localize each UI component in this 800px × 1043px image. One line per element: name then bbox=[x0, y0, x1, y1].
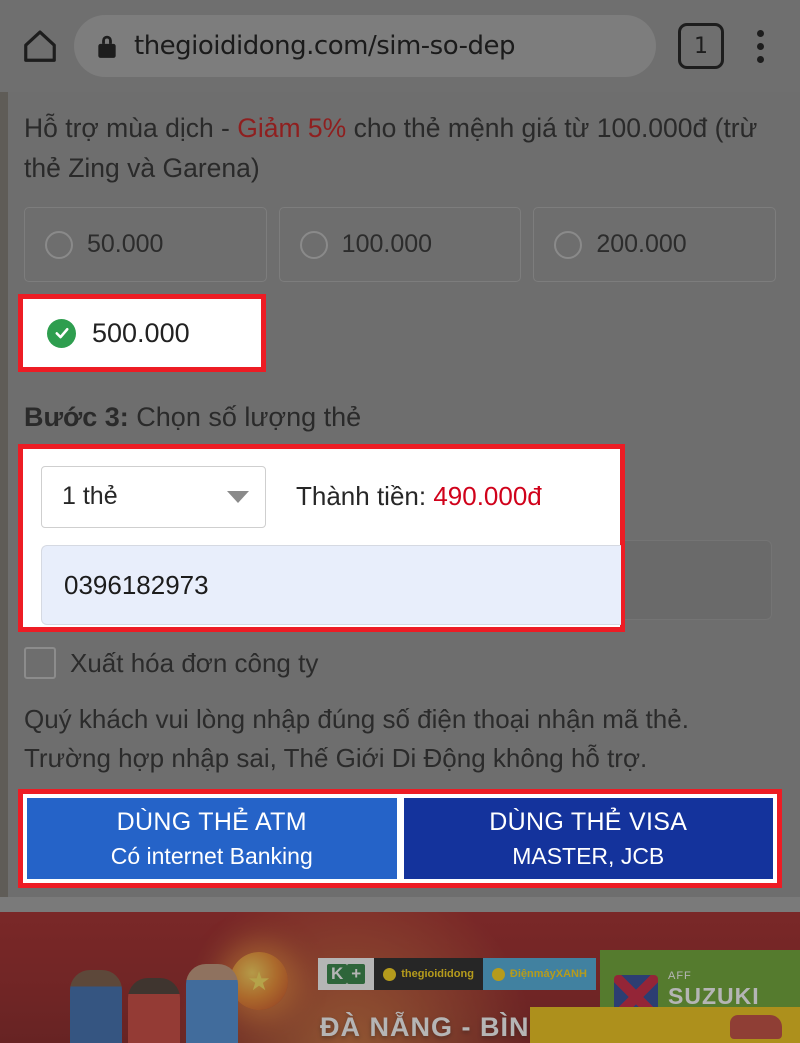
promo-highlight: Giảm 5% bbox=[237, 113, 347, 143]
total-label: Thành tiền: bbox=[296, 481, 434, 511]
visa-button-title: DÙNG THẺ VISA bbox=[489, 807, 688, 836]
promo-prefix: Hỗ trợ mùa dịch - bbox=[24, 113, 238, 143]
web-page-content: Hỗ trợ mùa dịch - Giảm 5% cho thẻ mệnh g… bbox=[0, 92, 800, 912]
denomination-options: 50.000 100.000 200.000 bbox=[24, 207, 777, 282]
denomination-option-100000[interactable]: 100.000 bbox=[278, 207, 522, 282]
denomination-label: 100.000 bbox=[341, 230, 433, 258]
atm-button-subtitle: Có internet Banking bbox=[110, 842, 313, 869]
payment-buttons: DÙNG THẺ ATM Có internet Banking DÙNG TH… bbox=[27, 798, 773, 879]
step3-heading: Bước 3: Chọn số lượng thẻ bbox=[24, 402, 361, 433]
browser-toolbar: thegioididong.com/sim-so-dep 1 bbox=[0, 0, 800, 92]
notice-line-1: Quý khách vui lòng nhập đúng số điện tho… bbox=[24, 704, 689, 734]
pay-with-visa-button[interactable]: DÙNG THẺ VISA MASTER, JCB bbox=[403, 798, 773, 879]
kebab-dot bbox=[756, 29, 764, 37]
step3-description: Chọn số lượng thẻ bbox=[128, 402, 362, 432]
page-bottom-gap bbox=[0, 897, 800, 912]
phone-input-row: 0396182973 bbox=[41, 545, 621, 625]
radio-icon bbox=[299, 230, 328, 259]
pay-with-atm-button[interactable]: DÙNG THẺ ATM Có internet Banking bbox=[27, 798, 397, 879]
quantity-selected-value: 1 thẻ bbox=[62, 482, 118, 510]
kebab-menu-icon[interactable] bbox=[738, 24, 782, 68]
quantity-row: 1 thẻ Thành tiền: 490.000đ bbox=[23, 449, 620, 544]
denomination-label: 500.000 bbox=[92, 317, 190, 348]
promo-text: Hỗ trợ mùa dịch - Giảm 5% cho thẻ mệnh g… bbox=[24, 108, 784, 188]
highlight-box-selected-denomination: 500.000 bbox=[18, 294, 266, 372]
banner-dim-overlay bbox=[0, 912, 800, 1043]
chevron-down-icon bbox=[227, 490, 249, 503]
denomination-option-200000[interactable]: 200.000 bbox=[533, 207, 777, 282]
step3-label: Bước 3: bbox=[24, 402, 129, 432]
company-invoice-row[interactable]: Xuất hóa đơn công ty bbox=[24, 647, 318, 679]
total-amount-value: 490.000đ bbox=[433, 481, 542, 511]
denomination-label: 200.000 bbox=[596, 230, 687, 258]
bottom-advertisement-banner[interactable]: ★ K + thegioididong ĐiệnmáyXANH ĐÀ NẴNG … bbox=[0, 912, 800, 1043]
company-invoice-label: Xuất hóa đơn công ty bbox=[70, 647, 319, 678]
tab-counter-value: 1 bbox=[694, 33, 708, 59]
url-bar[interactable]: thegioididong.com/sim-so-dep bbox=[74, 15, 656, 77]
quantity-select[interactable]: 1 thẻ bbox=[41, 465, 266, 528]
tab-counter-button[interactable]: 1 bbox=[678, 23, 724, 69]
denomination-option-500000[interactable]: 500.000 bbox=[23, 299, 261, 367]
phone-number-input[interactable]: 0396182973 bbox=[41, 545, 621, 625]
url-text: thegioididong.com/sim-so-dep bbox=[134, 31, 516, 61]
highlight-box-payment-buttons: DÙNG THẺ ATM Có internet Banking DÙNG TH… bbox=[18, 789, 782, 888]
highlight-box-quantity-and-phone: 1 thẻ Thành tiền: 490.000đ 0396182973 bbox=[18, 444, 625, 632]
home-icon[interactable] bbox=[18, 24, 62, 68]
lock-icon bbox=[96, 33, 118, 59]
radio-icon bbox=[554, 230, 583, 259]
total-amount-row: Thành tiền: 490.000đ bbox=[296, 481, 542, 512]
notice-text: Quý khách vui lòng nhập đúng số điện tho… bbox=[24, 700, 764, 778]
atm-button-title: DÙNG THẺ ATM bbox=[116, 807, 307, 836]
check-circle-icon bbox=[47, 318, 76, 348]
phone-input-dimmed-tail[interactable] bbox=[625, 540, 772, 620]
page-left-edge bbox=[0, 92, 8, 912]
notice-line-2: Trường hợp nhập sai, Thế Giới Di Động kh… bbox=[24, 743, 648, 773]
visa-button-subtitle: MASTER, JCB bbox=[512, 842, 665, 869]
denomination-label: 50.000 bbox=[87, 230, 164, 258]
checkbox-icon[interactable] bbox=[24, 647, 56, 679]
kebab-dot bbox=[756, 42, 764, 50]
kebab-dot bbox=[756, 55, 764, 63]
radio-icon bbox=[45, 230, 73, 259]
denomination-option-50000[interactable]: 50.000 bbox=[24, 207, 267, 282]
